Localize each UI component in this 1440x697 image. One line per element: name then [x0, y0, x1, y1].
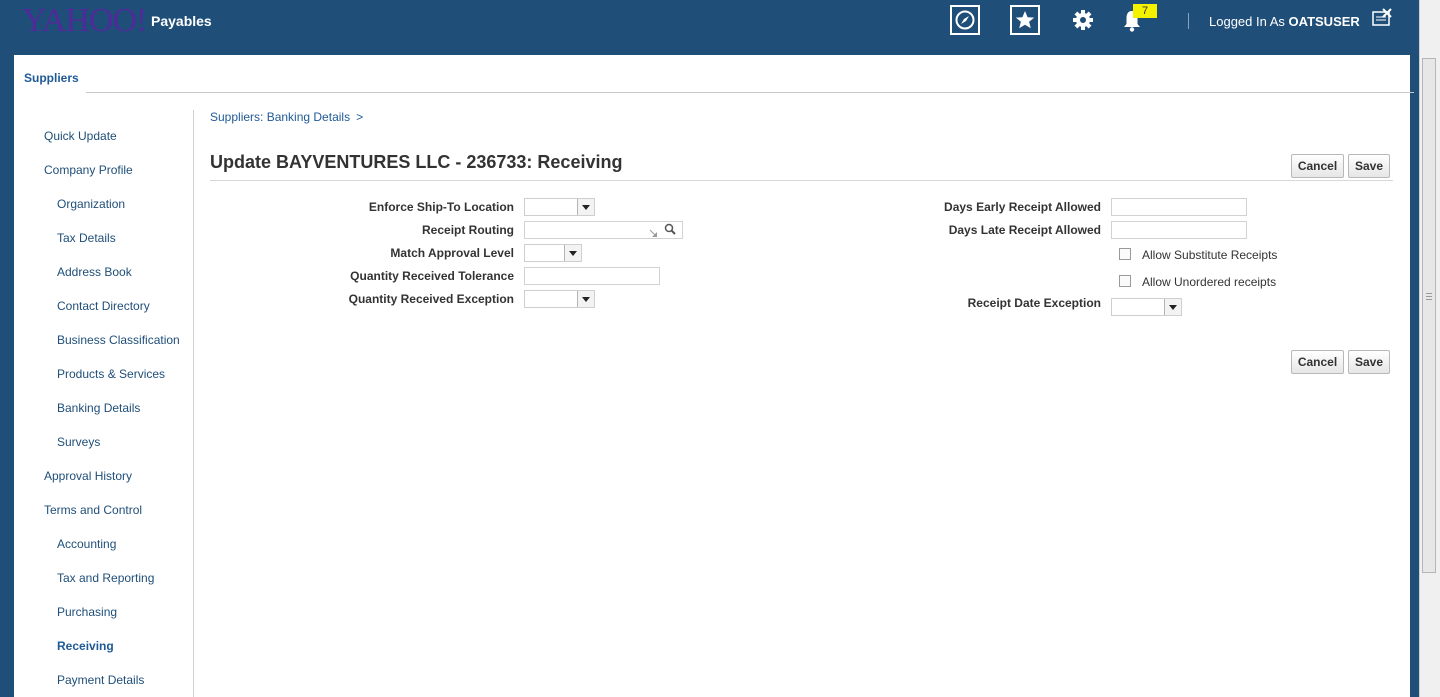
username[interactable]: OATSUSER: [1289, 14, 1360, 29]
nav-item-organization[interactable]: Organization: [57, 197, 125, 211]
search-icon[interactable]: [664, 223, 676, 237]
nav-item-payment-details[interactable]: Payment Details: [57, 673, 144, 687]
receipt-date-exception-select[interactable]: [1111, 298, 1182, 316]
nav-item-accounting[interactable]: Accounting: [57, 537, 116, 551]
header-divider: [1188, 13, 1189, 29]
nav-item-surveys[interactable]: Surveys: [57, 435, 100, 449]
settings-gear-icon[interactable]: [1068, 5, 1098, 35]
allow-unordered-checkbox[interactable]: [1119, 275, 1131, 287]
nav-item-business-classification[interactable]: Business Classification: [57, 333, 180, 347]
yahoo-logo[interactable]: YAHOO!: [22, 2, 147, 40]
scrollbar-grip-icon: [1426, 293, 1432, 300]
nav-item-purchasing[interactable]: Purchasing: [57, 605, 117, 619]
nav-item-address-book[interactable]: Address Book: [57, 265, 132, 279]
app-title: Payables: [151, 13, 212, 29]
qty-tolerance-input[interactable]: [524, 267, 660, 285]
qty-exception-select[interactable]: [524, 290, 595, 308]
nav-item-tax-details[interactable]: Tax Details: [57, 231, 116, 245]
logged-in-text: Logged In As OATSUSER: [1209, 14, 1360, 29]
save-button-top[interactable]: Save: [1348, 154, 1390, 178]
chevron-down-icon[interactable]: [1164, 299, 1181, 315]
days-early-label: Days Early Receipt Allowed: [944, 200, 1101, 214]
title-divider: [210, 180, 1393, 181]
nav-item-tax-and-reporting[interactable]: Tax and Reporting: [57, 571, 154, 585]
page-title: Update BAYVENTURES LLC - 236733: Receivi…: [210, 152, 623, 172]
nav-item-terms-and-control[interactable]: Terms and Control: [44, 503, 142, 517]
app-header: YAHOO! Payables 7 Logged In As OATSUSER: [0, 0, 1440, 55]
receipt-date-exception-label: Receipt Date Exception: [967, 296, 1101, 310]
cancel-button-bottom[interactable]: Cancel: [1291, 350, 1344, 374]
days-late-label: Days Late Receipt Allowed: [948, 223, 1101, 237]
save-button-bottom[interactable]: Save: [1348, 350, 1390, 374]
left-navigation: Quick Update Company Profile Organizatio…: [14, 110, 194, 697]
chevron-down-icon[interactable]: [577, 291, 594, 307]
enforce-ship-to-label: Enforce Ship-To Location: [368, 200, 514, 214]
tab-suppliers[interactable]: Suppliers: [24, 71, 79, 85]
nav-item-banking-details[interactable]: Banking Details: [57, 401, 140, 415]
breadcrumb-link[interactable]: Suppliers: Banking Details: [210, 110, 350, 124]
compass-icon[interactable]: [950, 5, 980, 35]
receipt-routing-label: Receipt Routing: [422, 223, 514, 237]
match-approval-select[interactable]: [524, 244, 582, 262]
resize-corner-icon: [649, 229, 657, 237]
receipt-routing-input[interactable]: [524, 221, 683, 239]
cancel-button-top[interactable]: Cancel: [1291, 154, 1344, 178]
chevron-down-icon[interactable]: [564, 245, 581, 261]
chevron-down-icon[interactable]: [577, 199, 594, 215]
nav-item-products-services[interactable]: Products & Services: [57, 367, 165, 381]
nav-item-receiving[interactable]: Receiving: [57, 639, 114, 653]
days-late-input[interactable]: [1111, 221, 1247, 239]
nav-item-approval-history[interactable]: Approval History: [44, 469, 132, 483]
nav-item-company-profile[interactable]: Company Profile: [44, 163, 133, 177]
breadcrumb: Suppliers: Banking Details >: [210, 110, 363, 124]
nav-item-contact-directory[interactable]: Contact Directory: [57, 299, 150, 313]
breadcrumb-separator: >: [356, 110, 364, 124]
scrollbar-thumb[interactable]: [1422, 58, 1436, 573]
match-approval-label: Match Approval Level: [390, 246, 514, 260]
allow-substitute-checkbox[interactable]: [1119, 248, 1131, 260]
enforce-ship-to-select[interactable]: [524, 198, 595, 216]
qty-tolerance-label: Quantity Received Tolerance: [350, 269, 514, 283]
allow-unordered-label[interactable]: Allow Unordered receipts: [1142, 275, 1276, 289]
nav-item-quick-update[interactable]: Quick Update: [44, 129, 117, 143]
window-close-icon[interactable]: [1372, 8, 1392, 28]
logged-in-prefix: Logged In As: [1209, 14, 1285, 29]
allow-substitute-label[interactable]: Allow Substitute Receipts: [1142, 248, 1277, 262]
favorites-star-icon[interactable]: [1010, 5, 1040, 35]
qty-exception-label: Quantity Received Exception: [348, 292, 514, 306]
tab-divider: [86, 92, 1414, 93]
notification-count-badge[interactable]: 7: [1133, 4, 1158, 18]
days-early-input[interactable]: [1111, 198, 1247, 216]
